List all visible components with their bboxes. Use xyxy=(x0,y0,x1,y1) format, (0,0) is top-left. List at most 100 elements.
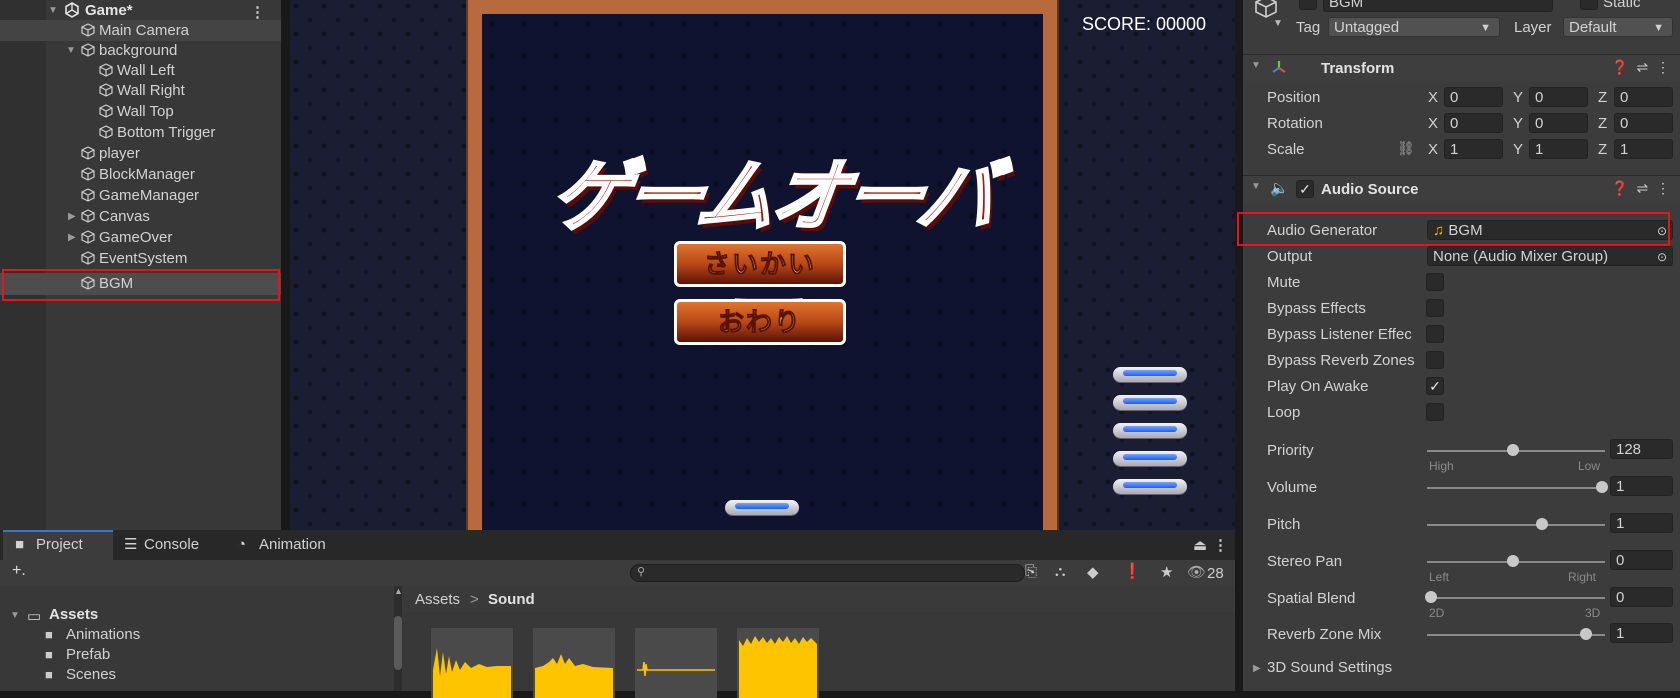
hierarchy-item-background[interactable]: ▼ background xyxy=(0,40,281,61)
hierarchy-item-bottom-trigger[interactable]: Bottom Trigger xyxy=(0,122,281,143)
panel-menu-icon[interactable]: ⋮ xyxy=(1213,536,1228,554)
hierarchy-item-main-camera[interactable]: Main Camera xyxy=(0,20,281,41)
scale-z-field[interactable]: 1 xyxy=(1614,139,1673,159)
hierarchy-item-gamemanager[interactable]: GameManager xyxy=(0,185,281,206)
play-on-awake-checkbox[interactable]: ✓ xyxy=(1426,377,1444,395)
hierarchy-item-wall-top[interactable]: Wall Top xyxy=(0,101,281,122)
tab-animation[interactable]: ◔ Animation xyxy=(235,530,355,560)
reverb-zone-mix-slider-knob[interactable] xyxy=(1580,628,1592,640)
quit-button[interactable]: おわり xyxy=(674,299,846,345)
loop-checkbox[interactable] xyxy=(1426,403,1444,421)
hierarchy-item-gameover[interactable]: ▶ GameOver xyxy=(0,227,281,248)
component-menu-icon[interactable]: ⋮ xyxy=(1656,180,1670,196)
tag-dropdown[interactable]: Untagged ▼ xyxy=(1328,17,1500,37)
search-input[interactable]: ⚲ xyxy=(630,564,1025,582)
object-picker-icon[interactable]: ⊙ xyxy=(1657,247,1667,265)
hierarchy-item-player[interactable]: player xyxy=(0,143,281,164)
restart-button[interactable]: さいかい xyxy=(674,241,846,287)
project-folder-tree: ▼ ▭ Assets ■ Animations ■ Prefab ■ Scene… xyxy=(0,586,403,691)
stereo-pan-field[interactable]: 0 xyxy=(1610,550,1673,570)
stereo-pan-slider-knob[interactable] xyxy=(1507,555,1519,567)
fold-open-icon[interactable]: ▼ xyxy=(1251,60,1261,71)
fold-closed-icon[interactable]: ▶ xyxy=(1253,663,1261,674)
reverb-zone-mix-slider[interactable] xyxy=(1427,634,1605,636)
tree-scrollbar[interactable] xyxy=(394,616,402,670)
audio-source-header[interactable]: ▼ 🔈 ✓ Audio Source ❓ ⇌ ⋮ xyxy=(1243,175,1680,202)
hierarchy-item-wall-right[interactable]: Wall Right xyxy=(0,80,281,101)
pitch-field[interactable]: 1 xyxy=(1610,513,1673,533)
preset-icon[interactable]: ⇌ xyxy=(1636,180,1648,196)
volume-slider-knob[interactable] xyxy=(1596,481,1608,493)
pitch-slider[interactable] xyxy=(1427,524,1605,526)
fold-closed-icon[interactable]: ▶ xyxy=(68,227,78,248)
tree-item-animations[interactable]: Animations xyxy=(66,626,140,643)
tree-item-prefab[interactable]: Prefab xyxy=(66,646,110,663)
object-name-field[interactable]: BGM xyxy=(1323,0,1553,12)
fold-open-icon[interactable]: ▼ xyxy=(48,0,58,21)
breadcrumb-assets[interactable]: Assets xyxy=(415,591,460,608)
spatial-blend-field[interactable]: 0 xyxy=(1610,587,1673,607)
rotation-z-label: Z xyxy=(1598,115,1608,132)
volume-field[interactable]: 1 xyxy=(1610,476,1673,496)
hierarchy-item-label: background xyxy=(99,42,178,59)
constrain-proportions-icon[interactable]: ⛓ xyxy=(1397,140,1415,157)
bypass-listener-effects-checkbox[interactable] xyxy=(1426,325,1444,343)
static-checkbox[interactable] xyxy=(1580,0,1598,10)
preset-icon[interactable]: ⇌ xyxy=(1636,59,1648,75)
help-icon[interactable]: ❓ xyxy=(1611,59,1628,75)
audio-asset-thumbnail[interactable] xyxy=(635,628,717,698)
hierarchy-item-wall-left[interactable]: Wall Left xyxy=(0,60,281,81)
position-x-field[interactable]: 0 xyxy=(1444,87,1503,107)
spatial-blend-slider[interactable] xyxy=(1427,597,1605,599)
fold-open-icon[interactable]: ▼ xyxy=(1251,181,1261,192)
hierarchy-scene-row[interactable]: ▼ Game* ⋮ xyxy=(0,0,281,21)
spatial-blend-slider-knob[interactable] xyxy=(1425,591,1437,603)
warning-icon[interactable]: ❗ xyxy=(1123,562,1142,580)
audio-source-enabled-checkbox[interactable]: ✓ xyxy=(1296,180,1314,198)
output-field[interactable]: None (Audio Mixer Group) ⊙ xyxy=(1427,246,1673,266)
component-menu-icon[interactable]: ⋮ xyxy=(1656,59,1670,75)
priority-slider-knob[interactable] xyxy=(1507,444,1519,456)
lock-icon[interactable]: ⏏ xyxy=(1193,536,1207,554)
tree-item-scenes[interactable]: Scenes xyxy=(66,666,116,683)
scale-y-field[interactable]: 1 xyxy=(1529,139,1588,159)
filter-by-label-icon[interactable]: ◆ xyxy=(1087,563,1099,581)
fold-closed-icon[interactable]: ▶ xyxy=(68,206,78,227)
active-checkbox[interactable] xyxy=(1299,0,1317,10)
volume-slider[interactable] xyxy=(1427,487,1605,489)
hierarchy-item-eventsystem[interactable]: EventSystem xyxy=(0,248,281,269)
position-z-field[interactable]: 0 xyxy=(1614,87,1673,107)
scale-x-field[interactable]: 1 xyxy=(1444,139,1503,159)
audio-asset-thumbnail[interactable] xyxy=(431,628,513,698)
create-plus-icon[interactable]: +. xyxy=(12,562,26,580)
game-view[interactable]: SCORE: 00000 ゲームオーバー さいかい おわり xyxy=(290,0,1235,530)
bypass-effects-checkbox[interactable] xyxy=(1426,299,1444,317)
icon-dropdown-arrow-icon[interactable]: ▼ xyxy=(1273,18,1283,29)
help-icon[interactable]: ❓ xyxy=(1611,180,1628,196)
transform-header[interactable]: ▼ Transform ❓ ⇌ ⋮ xyxy=(1243,54,1680,81)
breadcrumb-sound[interactable]: Sound xyxy=(488,591,535,608)
layer-dropdown[interactable]: Default ▼ xyxy=(1563,17,1673,37)
mute-checkbox[interactable] xyxy=(1426,273,1444,291)
3d-sound-settings-foldout[interactable]: 3D Sound Settings xyxy=(1267,659,1392,676)
fold-open-icon[interactable]: ▼ xyxy=(66,40,76,61)
position-y-field[interactable]: 0 xyxy=(1529,87,1588,107)
pitch-slider-knob[interactable] xyxy=(1536,518,1548,530)
search-by-type-icon[interactable]: ⎘ xyxy=(1025,563,1037,580)
hierarchy-item-canvas[interactable]: ▶ Canvas xyxy=(0,206,281,227)
priority-field[interactable]: 128 xyxy=(1610,439,1673,459)
tab-console[interactable]: ☰ Console xyxy=(120,530,220,560)
bypass-reverb-zones-checkbox[interactable] xyxy=(1426,351,1444,369)
rotation-y-field[interactable]: 0 xyxy=(1529,113,1588,133)
favorite-star-icon[interactable]: ★ xyxy=(1160,563,1173,581)
tree-item-assets[interactable]: Assets xyxy=(49,606,98,623)
reverb-zone-mix-field[interactable]: 1 xyxy=(1610,623,1673,643)
hierarchy-item-blockmanager[interactable]: BlockManager xyxy=(0,164,281,185)
tab-project[interactable]: ■ Project xyxy=(3,530,113,560)
rotation-z-field[interactable]: 0 xyxy=(1614,113,1673,133)
rotation-x-field[interactable]: 0 xyxy=(1444,113,1503,133)
filter-by-type-icon[interactable]: ⛬ xyxy=(1055,563,1066,580)
audio-asset-thumbnail[interactable] xyxy=(737,628,819,698)
fold-open-icon[interactable]: ▼ xyxy=(10,610,20,621)
audio-asset-thumbnail[interactable] xyxy=(533,628,615,698)
